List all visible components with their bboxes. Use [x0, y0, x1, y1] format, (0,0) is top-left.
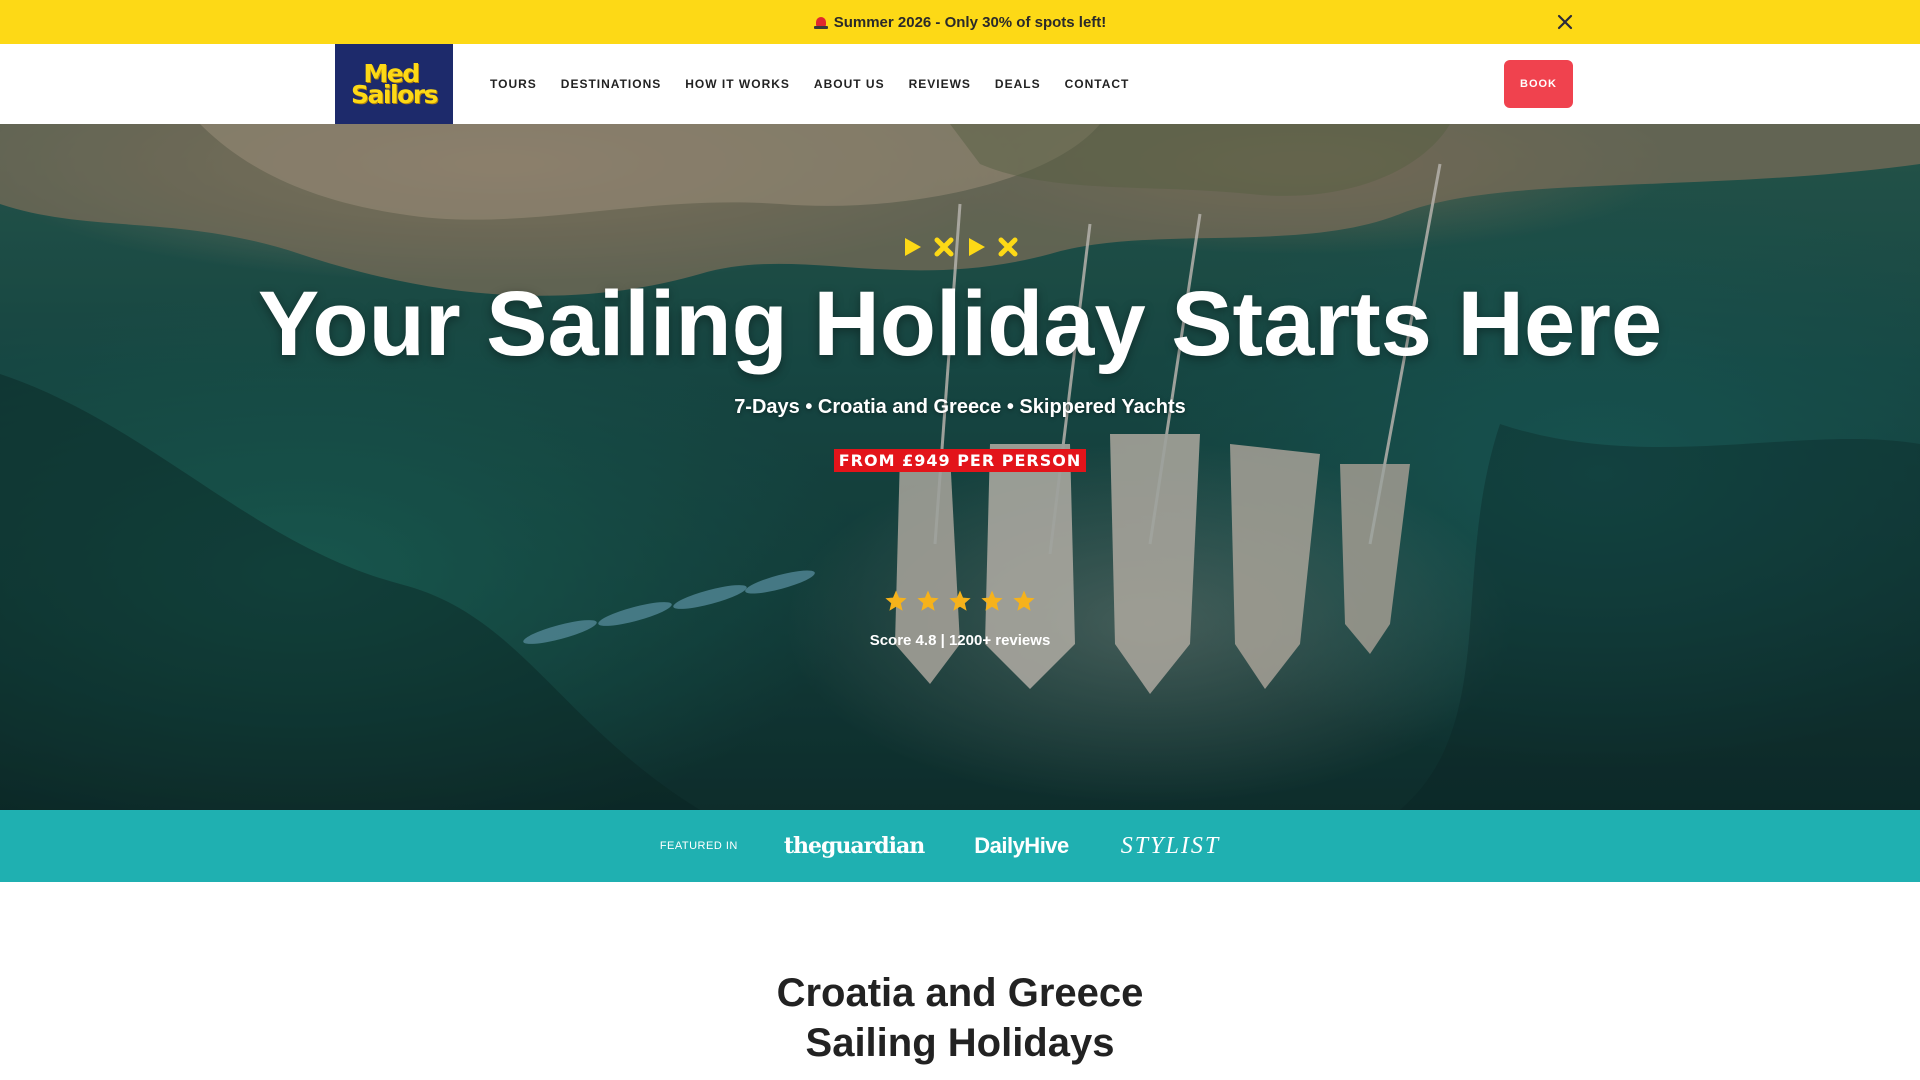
price-badge-wrapper: FROM £949 PER PERSON — [0, 449, 1920, 472]
siren-icon — [813, 15, 828, 29]
stylist-logo: STYLIST — [1120, 832, 1221, 859]
nav-item-tours[interactable]: TOURS — [490, 77, 537, 91]
star-icon — [1012, 589, 1036, 613]
medsailors-logo[interactable]: Med Sailors — [335, 44, 453, 124]
nav-item-how-it-works[interactable]: HOW IT WORKS — [685, 77, 790, 91]
nav-item-reviews[interactable]: REVIEWS — [909, 77, 971, 91]
nav-item-deals[interactable]: DEALS — [995, 77, 1041, 91]
guardian-logo: theguardian — [783, 833, 925, 859]
cross-icon — [933, 236, 955, 258]
rating-stars — [0, 589, 1920, 613]
announcement-message: Summer 2026 - Only 30% of spots left! — [813, 13, 1107, 31]
nav-item-contact[interactable]: CONTACT — [1065, 77, 1130, 91]
hero-icon-row — [0, 236, 1920, 258]
play-icon — [901, 236, 923, 258]
section-heading-line-1: Croatia and Greece — [776, 971, 1144, 1015]
featured-label: FEATURED IN — [659, 840, 738, 852]
star-icon — [884, 589, 908, 613]
logo-line-2: Sailors — [351, 80, 438, 109]
dailyhive-logo: DailyHive — [974, 833, 1069, 858]
hero-subtitle: 7-Days • Croatia and Greece • Skippered … — [734, 396, 1186, 418]
star-icon — [916, 589, 940, 613]
cross-icon — [997, 236, 1019, 258]
featured-in-strip: FEATURED IN theguardian DailyHive STYLIS… — [0, 810, 1920, 882]
star-icon — [980, 589, 1004, 613]
hero-title: Your Sailing Holiday Starts Here — [257, 273, 1663, 375]
play-icon — [965, 236, 987, 258]
section-heading-line-2: Sailing Holidays — [805, 1021, 1115, 1065]
price-badge: FROM £949 PER PERSON — [833, 449, 1087, 472]
main-nav: TOURS DESTINATIONS HOW IT WORKS ABOUT US… — [490, 44, 1153, 124]
hero-content: Your Sailing Holiday Starts Here 7-Days … — [0, 124, 1920, 810]
close-icon — [1557, 14, 1573, 30]
star-icon — [948, 589, 972, 613]
hero-section: Your Sailing Holiday Starts Here 7-Days … — [0, 124, 1920, 810]
book-button[interactable]: BOOK — [1504, 60, 1573, 108]
nav-item-destinations[interactable]: DESTINATIONS — [561, 77, 661, 91]
site-header: Med Sailors TOURS DESTINATIONS HOW IT WO… — [0, 44, 1920, 124]
nav-item-about-us[interactable]: ABOUT US — [814, 77, 885, 91]
section-heading: Croatia and Greece Sailing Holidays — [0, 968, 1920, 1068]
close-announcement-button[interactable] — [1554, 11, 1576, 33]
announcement-text: Summer 2026 - Only 30% of spots left! — [833, 13, 1107, 31]
rating-score[interactable]: Score 4.8 | 1200+ reviews — [0, 632, 1920, 649]
announcement-bar: Summer 2026 - Only 30% of spots left! — [0, 0, 1920, 44]
